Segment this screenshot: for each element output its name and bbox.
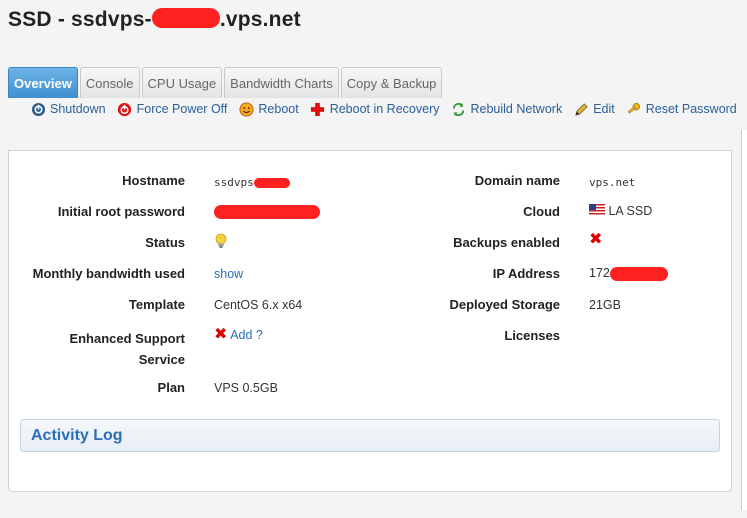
support-value: ✖ Add ? bbox=[214, 326, 263, 343]
bandwidth-show-link[interactable]: show bbox=[214, 267, 243, 281]
edit-label: Edit bbox=[593, 102, 615, 116]
bandwidth-label: Monthly bandwidth used bbox=[32, 266, 185, 281]
activity-log-title: Activity Log bbox=[31, 427, 123, 444]
tab-bandwidth-charts[interactable]: Bandwidth Charts bbox=[224, 67, 339, 98]
red-x-icon: ✖ bbox=[589, 231, 603, 248]
rebuild-arrows-icon bbox=[450, 101, 466, 117]
ip-label: IP Address bbox=[492, 266, 560, 281]
reboot-in-recovery-button[interactable]: Reboot in Recovery bbox=[310, 101, 440, 117]
activity-log-header[interactable]: Activity Log bbox=[20, 419, 720, 452]
title-prefix: SSD - ssdvps- bbox=[8, 8, 152, 31]
hostname-label: Hostname bbox=[122, 173, 185, 188]
reboot-button[interactable]: Reboot bbox=[238, 101, 299, 117]
overview-panel: Hostname ssdvps Initial root password St… bbox=[8, 150, 732, 492]
title-suffix: .vps.net bbox=[219, 8, 301, 31]
hostname-text: ssdvps bbox=[214, 176, 254, 189]
cloud-text: LA SSD bbox=[608, 204, 653, 218]
force-power-icon bbox=[117, 101, 133, 117]
reset-password-button[interactable]: Reset Password bbox=[626, 101, 737, 117]
reboot-icon bbox=[238, 101, 254, 117]
plan-value: VPS 0.5GB bbox=[214, 381, 278, 395]
root-password-label: Initial root password bbox=[57, 204, 185, 219]
support-label: Enhanced Support Service bbox=[69, 328, 185, 370]
tab-overview[interactable]: Overview bbox=[8, 67, 78, 98]
red-x-icon: ✖ bbox=[214, 326, 228, 343]
reset-password-label: Reset Password bbox=[645, 102, 737, 116]
rebuild-network-label: Rebuild Network bbox=[470, 102, 563, 116]
plan-label: Plan bbox=[157, 380, 185, 395]
support-label-line2: Service bbox=[138, 352, 185, 367]
support-label-line1: Enhanced Support bbox=[69, 331, 185, 346]
ip-value: 172 bbox=[589, 266, 668, 281]
storage-label: Deployed Storage bbox=[449, 297, 560, 312]
status-label: Status bbox=[145, 235, 185, 250]
hostname-value: ssdvps bbox=[214, 176, 290, 189]
key-icon bbox=[626, 101, 642, 117]
tab-cpu-usage[interactable]: CPU Usage bbox=[141, 67, 223, 98]
shutdown-label: Shutdown bbox=[50, 102, 106, 116]
template-label: Template bbox=[128, 297, 185, 312]
storage-value: 21GB bbox=[589, 298, 621, 312]
redacted-block bbox=[151, 8, 220, 29]
cloud-value: LA SSD bbox=[589, 204, 652, 218]
shutdown-button[interactable]: Shutdown bbox=[30, 101, 106, 117]
page-title: SSD - ssdvps- .vps.net bbox=[8, 8, 301, 32]
us-flag-icon bbox=[589, 204, 608, 218]
cloud-label: Cloud bbox=[523, 204, 560, 219]
domain-value: vps.net bbox=[589, 176, 636, 189]
backups-value: ✖ bbox=[589, 231, 603, 248]
backups-label: Backups enabled bbox=[453, 235, 560, 250]
add-support-link[interactable]: Add ? bbox=[230, 328, 263, 342]
force-power-off-button[interactable]: Force Power Off bbox=[117, 101, 228, 117]
ip-text: 172 bbox=[589, 266, 610, 280]
licenses-label: Licenses bbox=[504, 328, 560, 343]
tab-console[interactable]: Console bbox=[79, 67, 140, 98]
redacted-block bbox=[609, 266, 668, 281]
scrollbar-edge[interactable] bbox=[741, 130, 747, 510]
template-value: CentOS 6.x x64 bbox=[214, 298, 303, 312]
edit-button[interactable]: Edit bbox=[573, 101, 615, 117]
domain-label: Domain name bbox=[474, 173, 560, 188]
tab-copy-backup[interactable]: Copy & Backup bbox=[340, 67, 443, 98]
redacted-block bbox=[253, 178, 290, 188]
root-password-value bbox=[214, 204, 320, 219]
action-toolbar: Shutdown Force Power Off Reboot Reboot i… bbox=[30, 101, 737, 117]
lightbulb-icon bbox=[214, 233, 228, 252]
tab-bar: Overview Console CPU Usage Bandwidth Cha… bbox=[8, 67, 443, 98]
force-power-off-label: Force Power Off bbox=[136, 102, 228, 116]
reboot-label: Reboot bbox=[258, 102, 299, 116]
pencil-icon bbox=[573, 101, 589, 117]
recovery-cross-icon bbox=[310, 101, 326, 117]
power-icon bbox=[30, 101, 46, 117]
rebuild-network-button[interactable]: Rebuild Network bbox=[450, 101, 562, 117]
status-value bbox=[214, 233, 228, 252]
redacted-block bbox=[214, 204, 320, 219]
reboot-in-recovery-label: Reboot in Recovery bbox=[329, 102, 440, 116]
